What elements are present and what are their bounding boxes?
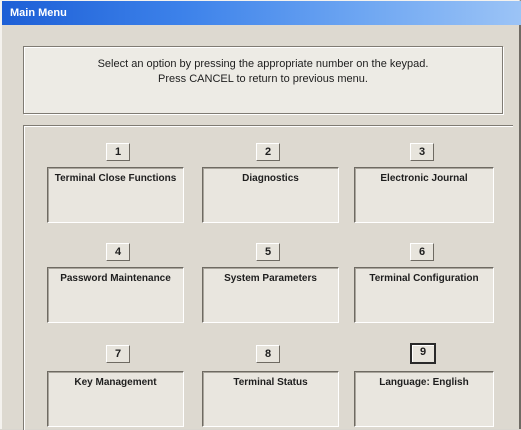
option-2-number-button[interactable]: 2	[256, 143, 280, 161]
instruction-line-2: Press CANCEL to return to previous menu.	[158, 73, 368, 85]
option-9-language[interactable]: Language: English	[354, 371, 494, 427]
option-5-number-button[interactable]: 5	[256, 243, 280, 261]
option-3-number-button[interactable]: 3	[410, 143, 434, 161]
option-1-label: Terminal Close Functions	[54, 173, 177, 184]
option-8-number-button[interactable]: 8	[256, 345, 280, 363]
option-2-label: Diagnostics	[242, 173, 299, 184]
option-8-terminal-status[interactable]: Terminal Status	[202, 371, 339, 427]
option-7-key-management[interactable]: Key Management	[47, 371, 184, 427]
option-9-number-button[interactable]: 9	[410, 343, 436, 364]
option-6-terminal-configuration[interactable]: Terminal Configuration	[354, 267, 494, 323]
option-5-label: System Parameters	[224, 273, 317, 284]
option-3-electronic-journal[interactable]: Electronic Journal	[354, 167, 494, 223]
option-1-number-button[interactable]: 1	[106, 143, 130, 161]
option-8-label: Terminal Status	[233, 377, 308, 388]
option-2-diagnostics[interactable]: Diagnostics	[202, 167, 339, 223]
option-4-number-button[interactable]: 4	[106, 243, 130, 261]
window-title: Main Menu	[10, 7, 67, 19]
option-5-system-parameters[interactable]: System Parameters	[202, 267, 339, 323]
title-bar: Main Menu	[2, 1, 521, 25]
option-6-label: Terminal Configuration	[369, 273, 479, 284]
instruction-line-1: Select an option by pressing the appropr…	[97, 58, 429, 70]
option-1-terminal-close-functions[interactable]: Terminal Close Functions	[47, 167, 184, 223]
option-7-label: Key Management	[74, 377, 157, 388]
option-3-label: Electronic Journal	[380, 173, 468, 184]
option-4-password-maintenance[interactable]: Password Maintenance	[47, 267, 184, 323]
option-4-label: Password Maintenance	[60, 273, 171, 284]
option-7-number-button[interactable]: 7	[106, 345, 130, 363]
option-9-label: Language: English	[379, 377, 469, 388]
instructions-panel: Select an option by pressing the appropr…	[23, 46, 503, 114]
option-6-number-button[interactable]: 6	[410, 243, 434, 261]
main-menu-window: Main Menu Select an option by pressing t…	[0, 0, 521, 430]
